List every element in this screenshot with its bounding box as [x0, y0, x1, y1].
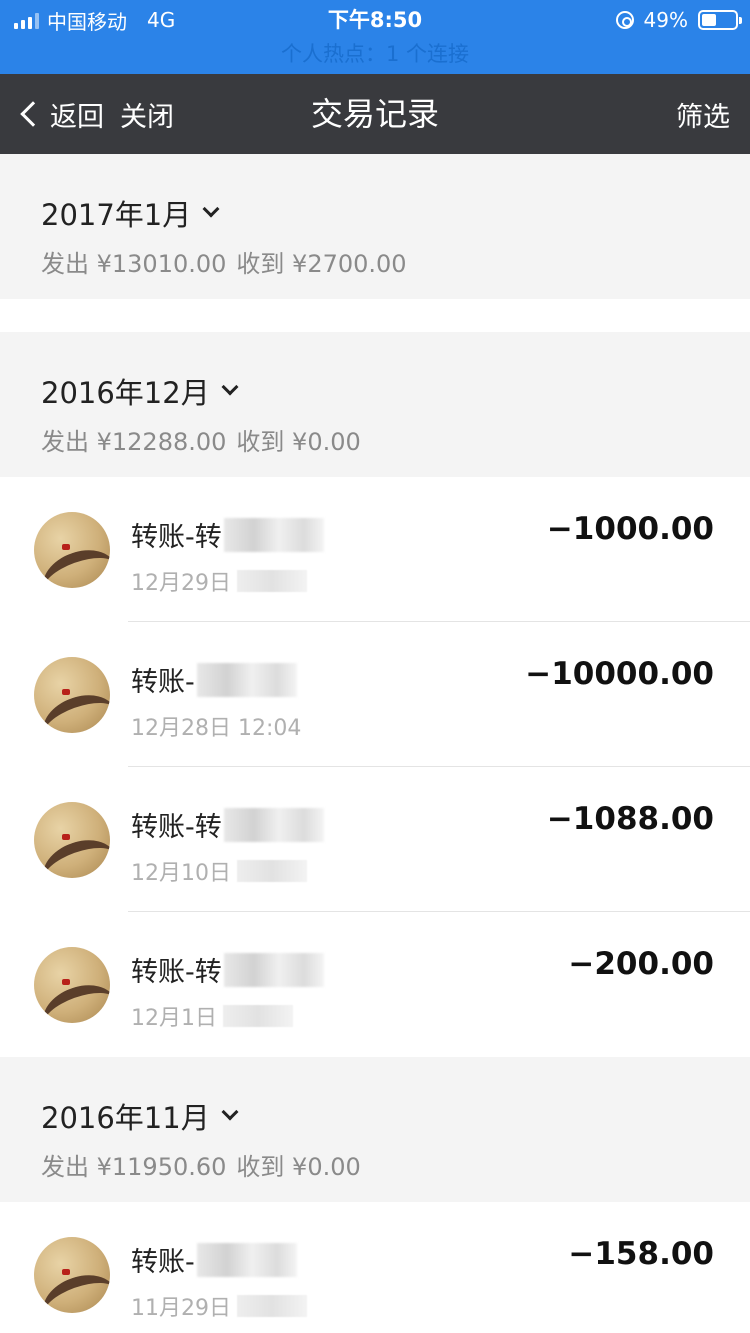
transaction-row[interactable]: 转账-转 12月10日 −1088.00: [0, 767, 750, 912]
month-summary: 发出 ¥11950.60 收到 ¥0.00: [41, 1147, 361, 1182]
transaction-time: 12月1日: [131, 1000, 293, 1032]
transaction-time: 12月10日: [131, 855, 307, 887]
summary-received: 收到 ¥0.00: [236, 428, 361, 456]
redacted-time: [237, 1295, 307, 1317]
transaction-row[interactable]: 转账- 12月28日 12:04 −10000.00: [0, 622, 750, 767]
hotspot-banner[interactable]: 个人热点：1 个连接: [0, 38, 750, 70]
status-bar: 中国移动 4G 下午8:50 49% 个人热点：1 个连接: [0, 0, 750, 74]
transaction-title: 转账-转: [131, 515, 324, 554]
avatar: [34, 1237, 110, 1313]
transaction-time: 12月29日: [131, 565, 307, 597]
month-header-2016-12: 2016年12月 发出 ¥12288.00 收到 ¥0.00: [0, 332, 750, 477]
transaction-title-text: 转账-转: [131, 812, 222, 843]
month-selector[interactable]: 2016年12月: [41, 370, 239, 412]
transaction-title: 转账-: [131, 1240, 297, 1279]
redacted-time: [223, 1005, 293, 1027]
battery-icon: [698, 10, 742, 30]
filter-button[interactable]: 筛选: [676, 74, 730, 154]
transaction-date: 12月10日: [131, 861, 231, 886]
avatar: [34, 512, 110, 588]
nav-bar: 返回 关闭 交易记录 筛选: [0, 74, 750, 154]
month-title: 2016年12月: [41, 376, 210, 410]
redacted-name: [196, 662, 297, 697]
month-header-2016-11: 2016年11月 发出 ¥11950.60 收到 ¥0.00: [0, 1057, 750, 1202]
transaction-date: 11月29日: [131, 1296, 231, 1321]
transaction-amount: −158.00: [568, 1236, 714, 1272]
transaction-time: 12月28日 12:04: [131, 710, 301, 742]
transaction-title: 转账-: [131, 660, 297, 699]
summary-sent: 发出 ¥11950.60: [41, 1153, 227, 1181]
transaction-title-text: 转账-: [131, 667, 195, 698]
chevron-down-icon: [202, 200, 220, 218]
transaction-title-text: 转账-转: [131, 957, 222, 988]
month-selector[interactable]: 2016年11月: [41, 1095, 239, 1137]
summary-sent: 发出 ¥13010.00: [41, 250, 227, 278]
transaction-date: 12月28日 12:04: [131, 716, 302, 741]
month-header-2017-01: 2017年1月 发出 ¥13010.00 收到 ¥2700.00: [0, 154, 750, 299]
transaction-row[interactable]: 转账- 11月29日 −158.00: [0, 1202, 750, 1333]
transaction-date: 12月1日: [131, 1006, 217, 1031]
redacted-name: [223, 517, 324, 552]
section-gap: [0, 299, 750, 332]
transaction-amount: −1088.00: [546, 801, 714, 837]
summary-received: 收到 ¥2700.00: [236, 250, 407, 278]
transaction-date: 12月29日: [131, 571, 231, 596]
status-right: 49%: [615, 6, 742, 34]
transaction-time: 11月29日: [131, 1290, 307, 1322]
transaction-amount: −10000.00: [525, 656, 714, 692]
transaction-row[interactable]: 转账-转 12月29日 −1000.00: [0, 477, 750, 622]
month-title: 2017年1月: [41, 198, 192, 232]
transaction-title-text: 转账-转: [131, 522, 222, 553]
month-title: 2016年11月: [41, 1101, 210, 1135]
avatar: [34, 657, 110, 733]
chevron-down-icon: [221, 378, 239, 396]
transaction-row[interactable]: 转账-转 12月1日 −200.00: [0, 912, 750, 1057]
battery-percent: 49%: [643, 8, 688, 32]
redacted-time: [237, 860, 307, 882]
summary-received: 收到 ¥0.00: [236, 1153, 361, 1181]
month-summary: 发出 ¥12288.00 收到 ¥0.00: [41, 422, 361, 457]
summary-sent: 发出 ¥12288.00: [41, 428, 227, 456]
redacted-name: [223, 952, 324, 987]
month-selector[interactable]: 2017年1月: [41, 192, 220, 234]
redacted-time: [237, 570, 307, 592]
avatar: [34, 947, 110, 1023]
month-summary: 发出 ¥13010.00 收到 ¥2700.00: [41, 244, 407, 279]
redacted-name: [223, 807, 324, 842]
transaction-title: 转账-转: [131, 805, 324, 844]
transaction-amount: −200.00: [568, 946, 714, 982]
orientation-lock-icon: [615, 11, 634, 29]
redacted-name: [196, 1242, 297, 1277]
transaction-title-text: 转账-: [131, 1247, 195, 1278]
chevron-down-icon: [221, 1103, 239, 1121]
avatar: [34, 802, 110, 878]
page-title: 交易记录: [310, 95, 439, 133]
transaction-title: 转账-转: [131, 950, 324, 989]
transaction-amount: −1000.00: [546, 511, 714, 547]
